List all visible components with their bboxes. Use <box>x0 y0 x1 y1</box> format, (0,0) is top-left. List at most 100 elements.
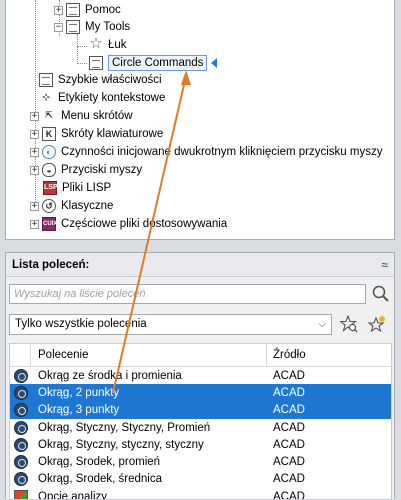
classic-icon: ↺ <box>42 199 56 213</box>
tree-item-circle-commands[interactable]: Circle Commands <box>89 54 218 72</box>
command-name: Okrąg ze środka i promienia <box>38 369 182 382</box>
command-search-input[interactable] <box>9 284 366 304</box>
tree-item-my-tools[interactable]: − My Tools <box>54 18 130 36</box>
document-icon <box>66 3 80 17</box>
circle-icon <box>13 472 28 487</box>
tree-item-shortcut-menus[interactable]: + ⇱ Menu skrótów <box>30 107 133 125</box>
collapse-icon[interactable]: − <box>54 22 63 32</box>
command-source: ACAD <box>273 456 305 469</box>
tree-item-label: My Tools <box>85 21 131 33</box>
table-row[interactable]: Okrąg, Styczny, Styczny, Promień ACAD <box>10 419 391 436</box>
tree-item-quick-properties[interactable]: Szybkie właściwości <box>39 71 162 89</box>
command-filter-value: Tylko wszystkie polecenia <box>15 318 147 330</box>
collapse-panel-icon[interactable]: ≈ <box>381 258 388 272</box>
table-row[interactable]: Okrąg, Styczny, styczny, styczny ACAD <box>10 436 391 453</box>
tree-item-label: Klasyczne <box>61 200 114 212</box>
tree-item-rollover-tooltips[interactable]: ⊹ Etykiety kontekstowe <box>39 89 165 107</box>
tree-item-label: Circle Commands <box>108 55 208 71</box>
document-icon <box>89 56 103 70</box>
tree-item-luk[interactable]: ☆ Łuk <box>89 36 127 54</box>
tree-item-pomoc[interactable]: + Pomoc <box>54 1 121 19</box>
expand-icon[interactable]: + <box>30 219 39 229</box>
tree-item-partial-cuix[interactable]: + CUIX Częściowe pliki dostosowywania <box>30 215 227 233</box>
tree-item-label: Czynności inicjowane dwukrotnym kliknięc… <box>61 146 383 158</box>
command-name: Okrąg, Styczny, Styczny, Promień <box>38 421 211 434</box>
filter-row: Tylko wszystkie polecenia ⌵ <box>9 313 392 335</box>
command-name: Okrąg, 3 punkty <box>38 404 120 417</box>
search-icon[interactable] <box>370 284 392 304</box>
circle-icon <box>13 437 28 452</box>
tree-item-label: Menu skrótów <box>61 110 133 122</box>
new-command-icon[interactable] <box>366 314 388 335</box>
table-row[interactable]: Okrąg, Środek, średnica ACAD <box>10 471 391 488</box>
circle-icon <box>13 455 28 470</box>
circle-icon <box>13 403 28 418</box>
command-source: ACAD <box>273 369 305 382</box>
find-command-icon[interactable] <box>338 314 360 335</box>
lisp-icon: LSP <box>43 181 58 195</box>
expand-icon[interactable]: + <box>30 129 39 139</box>
command-source: ACAD <box>273 473 305 486</box>
tree-item-label: Przyciski myszy <box>61 164 143 176</box>
table-row[interactable]: Opcje analizy ACAD <box>10 488 391 499</box>
tree-item-label: Szybkie właściwości <box>58 74 162 86</box>
grid-header: Polecenie Źródło <box>10 344 391 367</box>
customization-tree[interactable]: + Pomoc − My Tools ☆ Łuk Circle Commands… <box>5 0 395 240</box>
mouse-buttons-icon: ◒ <box>42 163 56 177</box>
circle-icon <box>13 420 28 435</box>
document-icon <box>66 20 80 34</box>
shortcut-menu-icon: ⇱ <box>42 109 56 123</box>
tree-connector <box>77 63 87 64</box>
table-row[interactable]: Okrąg, 2 punkty ACAD <box>10 384 391 402</box>
tree-item-label: Etykiety kontekstowe <box>58 92 166 104</box>
tree-connector <box>77 46 87 47</box>
grid-header-icon-column <box>10 344 31 367</box>
cuix-icon: CUIX <box>42 217 57 231</box>
tree-item-double-click[interactable]: + ◐ Czynności inicjowane dwukrotnym klik… <box>30 143 382 161</box>
command-list-header: Lista poleceń: ≈ <box>6 253 394 277</box>
circle-icon <box>13 385 28 400</box>
analysis-options-icon <box>13 489 28 499</box>
command-list-title: Lista poleceń: <box>12 258 90 271</box>
column-header-command[interactable]: Polecenie <box>31 344 267 367</box>
command-source: ACAD <box>273 404 305 417</box>
star-icon: ☆ <box>89 35 103 52</box>
command-name: Okrąg, Środek, promień <box>38 456 161 469</box>
table-row[interactable]: Okrąg, 3 punkty ACAD <box>10 401 391 419</box>
expand-icon[interactable]: + <box>30 201 39 211</box>
keyboard-shortcut-icon: K <box>42 127 56 141</box>
drop-target-marker-icon <box>211 58 218 68</box>
command-list-panel: Lista poleceń: ≈ Tylko wszystkie polecen… <box>5 252 395 500</box>
command-source: ACAD <box>273 438 305 451</box>
quick-properties-icon <box>39 73 53 87</box>
expand-icon[interactable]: + <box>30 147 39 157</box>
tree-connector <box>77 34 78 64</box>
tree-item-label: Pliki LISP <box>62 182 112 194</box>
command-name: Okrąg, 2 punkty <box>38 386 120 399</box>
expand-icon[interactable]: + <box>30 165 39 175</box>
search-row <box>9 283 392 305</box>
table-row[interactable]: Okrąg ze środka i promienia ACAD <box>10 367 391 384</box>
expand-icon[interactable]: + <box>30 111 39 121</box>
tree-item-label: Pomoc <box>85 4 121 16</box>
tree-item-legacy[interactable]: + ↺ Klasyczne <box>30 197 113 215</box>
tree-item-mouse-buttons[interactable]: + ◒ Przyciski myszy <box>30 161 142 179</box>
tree-item-label: Łuk <box>108 39 127 51</box>
double-click-icon: ◐ <box>42 145 56 159</box>
tree-item-label: Częściowe pliki dostosowywania <box>61 218 228 230</box>
command-filter-dropdown[interactable]: Tylko wszystkie polecenia ⌵ <box>9 313 332 335</box>
column-header-source[interactable]: Źródło <box>267 344 306 367</box>
table-row[interactable]: Okrąg, Środek, promień ACAD <box>10 453 391 470</box>
tree-item-keyboard-shortcuts[interactable]: + K Skróty klawiaturowe <box>30 125 163 143</box>
panel-splitter[interactable] <box>0 240 401 252</box>
command-name: Okrąg, Środek, średnica <box>38 473 163 486</box>
tree-item-label: Skróty klawiaturowe <box>61 128 164 140</box>
rollover-tooltip-icon: ⊹ <box>39 91 53 105</box>
command-source: ACAD <box>273 421 305 434</box>
chevron-down-icon: ⌵ <box>318 318 326 330</box>
tree-item-lisp-files[interactable]: LSP Pliki LISP <box>43 179 111 197</box>
command-source: ACAD <box>273 386 305 399</box>
expand-icon[interactable]: + <box>54 5 63 15</box>
circle-icon <box>13 368 28 383</box>
command-grid[interactable]: Polecenie Źródło Okrąg ze środka i promi… <box>9 343 392 500</box>
